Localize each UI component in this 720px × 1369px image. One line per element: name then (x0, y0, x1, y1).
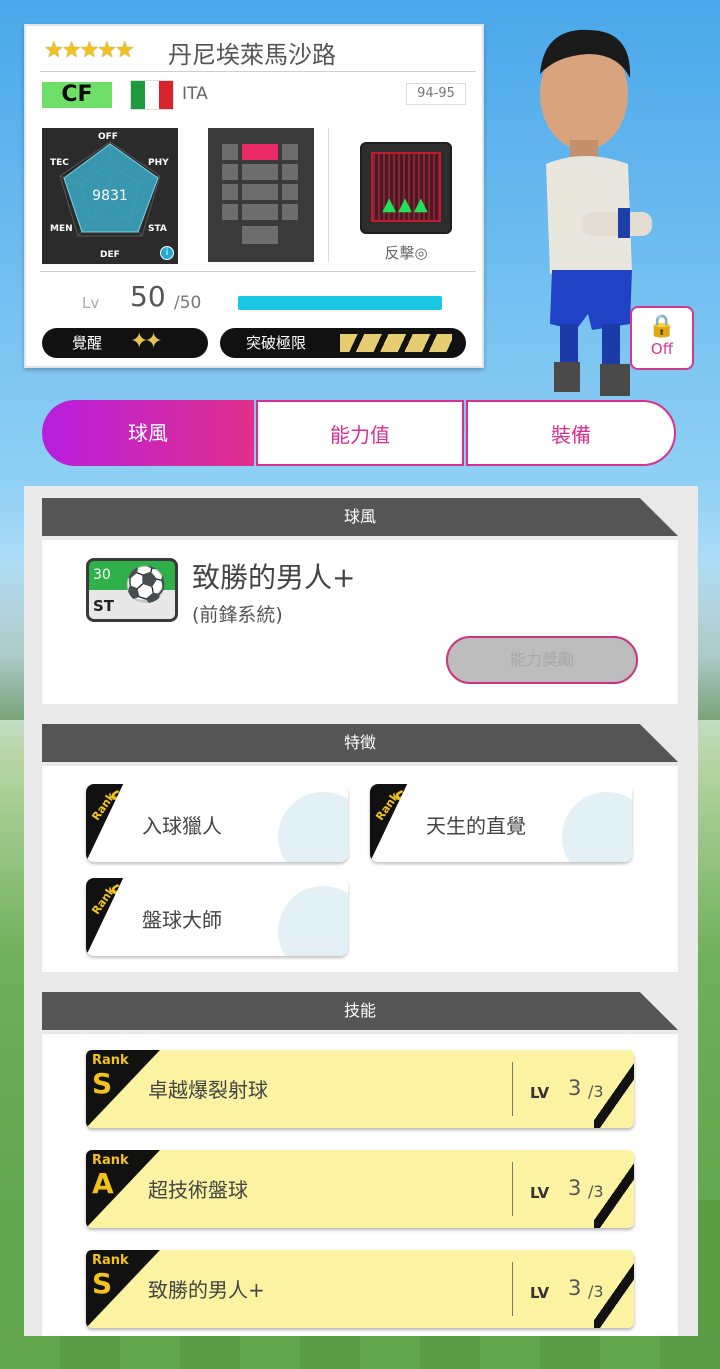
diamond-icon: ✦✦ (130, 329, 163, 354)
decorative-stripe (594, 1050, 634, 1128)
trait-card[interactable]: Rank S 入球獵人 (86, 784, 348, 862)
formation-map (208, 128, 314, 262)
radar-label-men: MEN (50, 224, 73, 234)
section-header-style: 球風 (42, 498, 678, 536)
decorative-stripe (594, 1150, 634, 1228)
lock-status: Off (650, 340, 674, 358)
radar-total: 9831 (92, 188, 128, 204)
radar-label-off: OFF (98, 132, 118, 142)
skill-level: 3 (568, 1076, 582, 1100)
level-progress-bar (238, 296, 442, 310)
skill-name: 致勝的男人+ (148, 1278, 265, 1302)
tactic-label: 反擊◎ (384, 244, 428, 262)
radar-label-def: DEF (100, 250, 120, 260)
divider (512, 1262, 513, 1316)
nation-code: ITA (182, 84, 208, 104)
kicking-player-icon: ⚽ (124, 565, 167, 605)
trait-name: 天生的直覺 (426, 814, 526, 838)
lock-toggle-button[interactable]: 🔒 Off (630, 306, 694, 370)
level-progress-fill (238, 296, 442, 310)
skill-level: 3 (568, 1176, 582, 1200)
tab-equipment[interactable]: 裝備 (466, 400, 676, 466)
play-style-category: (前鋒系統) (192, 604, 283, 626)
lock-icon: 🔒 (648, 314, 676, 339)
skill-level: 3 (568, 1276, 582, 1300)
counter-attack-tactic-icon[interactable]: ▲▲▲ (360, 142, 452, 234)
skill-row[interactable]: Rank A 超技術盤球 LV 3 /3 (86, 1150, 634, 1228)
rarity-stars: ★★★★★ (44, 38, 135, 63)
skill-level-label: LV (530, 1084, 550, 1102)
trait-card[interactable]: Rank S 盤球大師 (86, 878, 348, 956)
trait-name: 盤球大師 (142, 908, 222, 932)
divider (328, 128, 329, 262)
soccer-ball-icon (562, 792, 632, 862)
awaken-pill[interactable]: 覺醒 ✦✦ (42, 328, 208, 358)
italy-flag-icon (130, 80, 174, 110)
decorative-stripe (594, 1250, 634, 1328)
position-badge: CF (42, 82, 112, 108)
radar-label-tec: TEC (50, 158, 69, 168)
tab-ability[interactable]: 能力值 (256, 400, 464, 466)
limit-break-label: 突破極限 (246, 334, 307, 352)
play-style-name: 致勝的男人+ (192, 561, 356, 594)
awaken-label: 覺醒 (72, 334, 103, 352)
player-card: ★★★★★ 丹尼埃萊馬沙路 CF ITA 94-95 OFF PHY STA D… (24, 24, 484, 368)
rank-badge: Rank S (86, 784, 124, 862)
level-value: 50 (130, 280, 166, 313)
player-name: 丹尼埃萊馬沙路 (168, 41, 336, 69)
season-badge: 94-95 (406, 83, 466, 105)
tab-style[interactable]: 球風 (42, 400, 254, 466)
radar-label-phy: PHY (148, 158, 169, 168)
limit-break-bars (340, 334, 452, 352)
rank-badge: Rank S (86, 878, 124, 956)
level-label: Lv (82, 294, 100, 312)
section-header-skills: 技能 (42, 992, 678, 1030)
trait-card[interactable]: Rank S 天生的直覺 (370, 784, 632, 862)
skill-row[interactable]: Rank S 致勝的男人+ LV 3 /3 (86, 1250, 634, 1328)
rank-badge: Rank S (370, 784, 408, 862)
stats-radar[interactable]: OFF PHY STA DEF MEN TEC 9831 i (42, 128, 178, 264)
skill-name: 卓越爆裂射球 (148, 1078, 268, 1102)
divider (512, 1162, 513, 1216)
level-max: /50 (174, 293, 202, 313)
section-header-traits: 特徵 (42, 724, 678, 762)
skill-level-label: LV (530, 1284, 550, 1302)
soccer-ball-icon (278, 886, 348, 956)
divider (40, 271, 476, 272)
ability-bonus-button[interactable]: 能力獎勵 (446, 636, 638, 684)
radar-label-sta: STA (148, 224, 167, 234)
trait-name: 入球獵人 (142, 814, 222, 838)
skill-row[interactable]: Rank S 卓越爆裂射球 LV 3 /3 (86, 1050, 634, 1128)
style-icon-number: 30 (93, 567, 111, 583)
info-icon[interactable]: i (160, 246, 174, 260)
skill-name: 超技術盤球 (148, 1178, 248, 1202)
limit-break-pill[interactable]: 突破極限 (220, 328, 466, 358)
skill-level-label: LV (530, 1184, 550, 1202)
divider (512, 1062, 513, 1116)
divider (40, 71, 476, 72)
style-icon-position: ST (93, 597, 115, 615)
play-style-icon[interactable]: 30 ST ⚽ (86, 558, 178, 622)
soccer-ball-icon (278, 792, 348, 862)
